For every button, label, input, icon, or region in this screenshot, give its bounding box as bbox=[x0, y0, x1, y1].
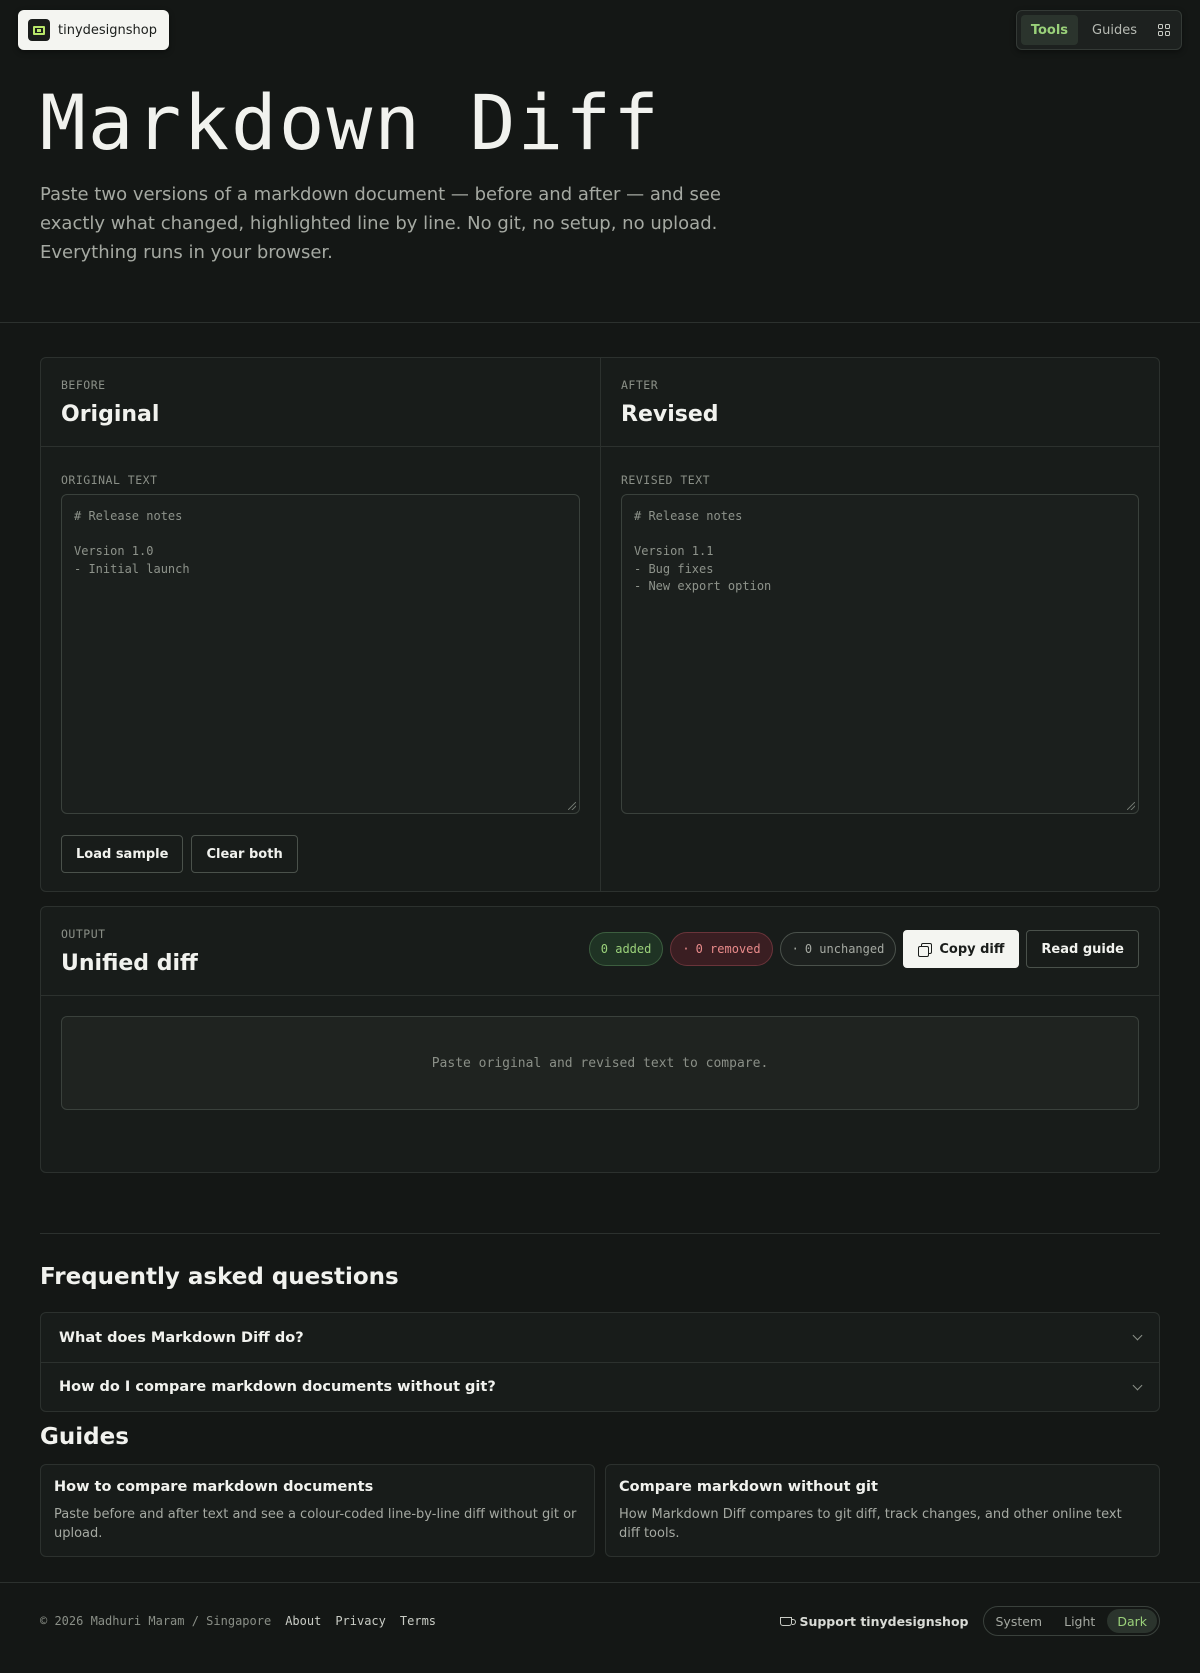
unchanged-count-badge: · 0 unchanged bbox=[779, 932, 897, 966]
before-pane: BEFORE Original ORIGINAL TEXT # Release … bbox=[41, 358, 600, 891]
before-title: Original bbox=[61, 402, 160, 427]
copy-icon bbox=[918, 942, 933, 957]
load-sample-button[interactable]: Load sample bbox=[61, 835, 184, 873]
faq-heading: Frequently asked questions bbox=[40, 1264, 399, 1290]
added-count-badge: 0 added bbox=[588, 932, 664, 966]
unchanged-count: 0 unchanged bbox=[804, 942, 885, 956]
unchanged-dot-icon: · bbox=[791, 942, 799, 956]
footer-link-privacy[interactable]: Privacy bbox=[335, 1614, 386, 1628]
guide-description: How Markdown Diff compares to git diff, … bbox=[619, 1507, 1122, 1541]
nav-guides[interactable]: Guides bbox=[1082, 15, 1147, 45]
coffee-cup-icon bbox=[780, 1616, 797, 1626]
guides-list: How to compare markdown documents Paste … bbox=[40, 1464, 1160, 1557]
apps-grid-icon[interactable] bbox=[1151, 15, 1177, 45]
theme-option-dark[interactable]: Dark bbox=[1107, 1609, 1157, 1633]
faq-question: What does Markdown Diff do? bbox=[59, 1329, 304, 1346]
copyright: © 2026 Madhuri Maram / Singapore bbox=[40, 1614, 272, 1628]
guides-heading: Guides bbox=[40, 1424, 129, 1450]
after-title: Revised bbox=[621, 402, 719, 427]
top-nav: Tools Guides bbox=[1015, 10, 1182, 50]
nav-tools[interactable]: Tools bbox=[1020, 15, 1079, 45]
theme-option-system[interactable]: System bbox=[986, 1609, 1053, 1633]
chevron-down-icon bbox=[1132, 1330, 1143, 1341]
after-pane: AFTER Revised REVISED TEXT # Release not… bbox=[600, 358, 1159, 891]
original-text-label: ORIGINAL TEXT bbox=[61, 473, 158, 487]
guide-title: How to compare markdown documents bbox=[54, 1479, 374, 1495]
guide-card[interactable]: Compare markdown without git How Markdow… bbox=[605, 1464, 1160, 1557]
support-link[interactable]: Support tinydesignshop bbox=[780, 1613, 969, 1629]
footer-link-terms[interactable]: Terms bbox=[400, 1614, 436, 1628]
section-divider bbox=[40, 1233, 1160, 1234]
diff-output-empty: Paste original and revised text to compa… bbox=[61, 1016, 1139, 1110]
removed-count: 0 removed bbox=[695, 942, 761, 956]
faq-question: How do I compare markdown documents with… bbox=[59, 1379, 496, 1395]
output-card: OUTPUT Unified diff 0 added · 0 removed … bbox=[40, 906, 1160, 1173]
copy-diff-label: Copy diff bbox=[939, 941, 1005, 957]
hero-divider bbox=[0, 322, 1200, 323]
original-text-input[interactable]: # Release notes Version 1.0 - Initial la… bbox=[61, 494, 580, 814]
after-eyebrow: AFTER bbox=[621, 378, 659, 392]
added-count: 0 added bbox=[600, 942, 652, 956]
theme-switcher: System Light Dark bbox=[982, 1606, 1160, 1636]
page-title: Markdown Diff bbox=[40, 78, 661, 167]
brand-logo-icon bbox=[28, 19, 50, 41]
before-eyebrow: BEFORE bbox=[61, 378, 106, 392]
faq-list: What does Markdown Diff do? How do I com… bbox=[40, 1312, 1160, 1412]
brand-name: tinydesignshop bbox=[58, 22, 157, 38]
removed-count-badge: · 0 removed bbox=[670, 932, 773, 966]
faq-item[interactable]: What does Markdown Diff do? bbox=[41, 1313, 1159, 1362]
guide-description: Paste before and after text and see a co… bbox=[54, 1507, 577, 1541]
footer-link-about[interactable]: About bbox=[285, 1614, 321, 1628]
copy-diff-button[interactable]: Copy diff bbox=[903, 930, 1020, 968]
removed-dot-icon: · bbox=[682, 942, 690, 956]
read-guide-button[interactable]: Read guide bbox=[1026, 930, 1139, 968]
chevron-down-icon bbox=[1132, 1380, 1143, 1390]
revised-text-label: REVISED TEXT bbox=[621, 473, 711, 487]
revised-text-input[interactable]: # Release notes Version 1.1 - Bug fixes … bbox=[621, 494, 1139, 814]
footer-divider bbox=[0, 1582, 1200, 1583]
guide-card[interactable]: How to compare markdown documents Paste … bbox=[40, 1464, 595, 1557]
clear-both-button[interactable]: Clear both bbox=[191, 835, 298, 873]
page-subtitle: Paste two versions of a markdown documen… bbox=[40, 184, 721, 263]
brand-link[interactable]: tinydesignshop bbox=[18, 10, 169, 50]
guide-title: Compare markdown without git bbox=[619, 1479, 878, 1495]
theme-option-light[interactable]: Light bbox=[1054, 1609, 1105, 1633]
editor-card: BEFORE Original ORIGINAL TEXT # Release … bbox=[40, 357, 1160, 892]
faq-item[interactable]: How do I compare markdown documents with… bbox=[41, 1362, 1159, 1411]
support-label: Support tinydesignshop bbox=[799, 1613, 969, 1629]
footer: © 2026 Madhuri Maram / Singapore About P… bbox=[40, 1606, 1160, 1636]
